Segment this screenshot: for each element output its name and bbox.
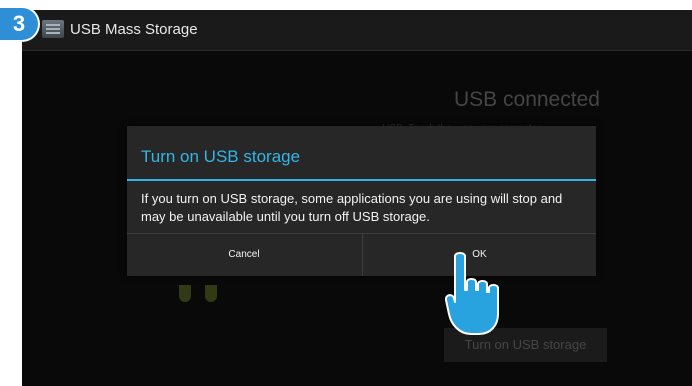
usb-storage-app-icon <box>42 20 64 38</box>
dialog-title: Turn on USB storage <box>141 147 301 166</box>
tap-hand-icon <box>445 252 499 335</box>
dialog-divider <box>127 179 596 181</box>
action-bar: USB Mass Storage <box>22 10 692 51</box>
dialog-message: If you turn on USB storage, some applica… <box>141 191 563 224</box>
step-badge: 3 <box>0 8 38 40</box>
dialog-button-bar: Cancel OK <box>127 233 596 277</box>
device-screen: USB Mass Storage USB connected ...USB. T… <box>22 10 692 386</box>
turn-on-usb-storage-dialog: Turn on USB storage If you turn on USB s… <box>127 126 596 276</box>
tutorial-frame: 3 USB Mass Storage USB connected ...USB.… <box>0 0 692 386</box>
cancel-button[interactable]: Cancel <box>127 234 361 276</box>
app-title: USB Mass Storage <box>70 21 198 38</box>
